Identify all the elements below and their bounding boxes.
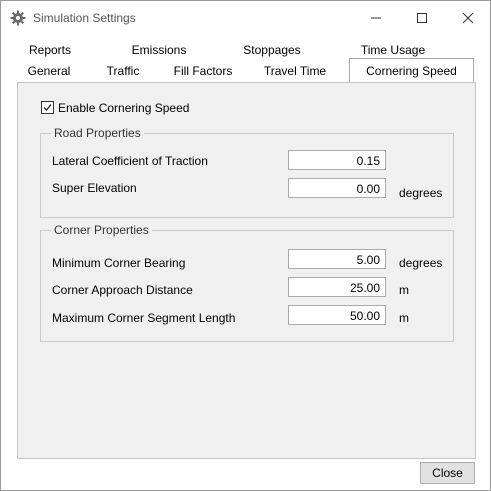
- maximum-corner-segment-field[interactable]: 50.00: [288, 305, 386, 325]
- road-properties-title: Road Properties: [51, 126, 144, 140]
- tab-general[interactable]: General: [17, 60, 81, 82]
- super-elevation-label: Super Elevation: [52, 181, 137, 195]
- corner-approach-distance-field[interactable]: 25.00: [288, 277, 386, 297]
- minimum-corner-bearing-label: Minimum Corner Bearing: [52, 256, 186, 270]
- cornering-speed-panel: Enable Cornering Speed Road Properties L…: [17, 82, 476, 459]
- corner-approach-distance-unit: m: [399, 283, 409, 297]
- maximize-button[interactable]: [399, 1, 445, 35]
- corner-approach-distance-label: Corner Approach Distance: [52, 283, 193, 297]
- corner-properties-group: Corner Properties Minimum Corner Bearing…: [40, 223, 454, 342]
- super-elevation-unit: degrees: [399, 186, 443, 200]
- road-properties-group: Road Properties Lateral Coefficient of T…: [40, 126, 454, 218]
- lateral-coefficient-field[interactable]: 0.15: [288, 150, 386, 170]
- tab-reports[interactable]: Reports: [17, 39, 83, 61]
- minimize-icon: [371, 17, 381, 19]
- tab-fill-factors[interactable]: Fill Factors: [165, 60, 241, 82]
- gear-icon: [10, 10, 26, 26]
- minimize-button[interactable]: [353, 1, 399, 35]
- maximize-icon: [417, 13, 427, 23]
- enable-cornering-label[interactable]: Enable Cornering Speed: [58, 101, 189, 115]
- close-icon: [462, 12, 474, 24]
- title-bar: Simulation Settings: [1, 1, 490, 35]
- minimum-corner-bearing-unit: degrees: [399, 256, 443, 270]
- checkmark-icon: [43, 104, 52, 111]
- window-title: Simulation Settings: [33, 11, 136, 25]
- tab-cornering-speed[interactable]: Cornering Speed: [349, 58, 474, 82]
- lateral-coefficient-label: Lateral Coefficient of Traction: [52, 154, 208, 168]
- super-elevation-field[interactable]: 0.00: [288, 178, 386, 198]
- tab-travel-time[interactable]: Travel Time: [255, 60, 335, 82]
- close-window-button[interactable]: [445, 1, 491, 35]
- simulation-settings-window: Simulation Settings Reports Emissions St…: [0, 0, 491, 491]
- maximum-corner-segment-label: Maximum Corner Segment Length: [52, 311, 236, 325]
- maximum-corner-segment-unit: m: [399, 311, 409, 325]
- tab-emissions[interactable]: Emissions: [119, 39, 199, 61]
- enable-cornering-checkbox[interactable]: [41, 101, 54, 114]
- minimum-corner-bearing-field[interactable]: 5.00: [288, 249, 386, 269]
- corner-properties-title: Corner Properties: [51, 223, 152, 237]
- tab-stoppages[interactable]: Stoppages: [232, 39, 312, 61]
- close-button[interactable]: Close: [420, 462, 475, 484]
- tab-traffic[interactable]: Traffic: [93, 60, 153, 82]
